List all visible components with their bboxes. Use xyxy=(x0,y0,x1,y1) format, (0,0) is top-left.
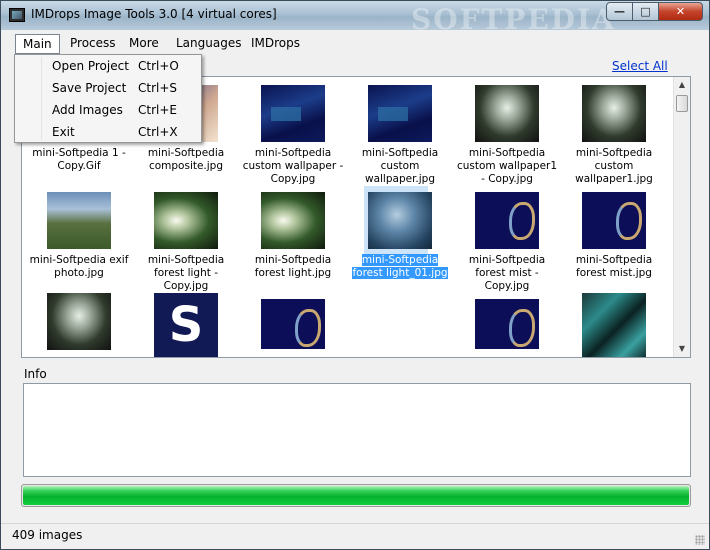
thumbnail-caption: mini-Softpedia custom wallpaper1 - Copy.… xyxy=(456,147,558,185)
app-window: IMDrops Image Tools 3.0 [4 virtual cores… xyxy=(0,0,710,550)
menu-languages[interactable]: Languages xyxy=(169,34,248,54)
menu-item-shortcut: Ctrl+S xyxy=(138,81,178,95)
image-forest-icon xyxy=(47,293,111,350)
menu-save-project[interactable]: Save Project Ctrl+S xyxy=(17,78,199,100)
thumbnail-item[interactable]: mini-Softpedia custom wallpaper1 - Copy.… xyxy=(454,85,560,190)
thumbnail-caption: mini-Softpedia forest mist.jpg xyxy=(575,254,653,279)
thumbnail-caption: mini-Softpedia custom wallpaper1.jpg xyxy=(575,147,653,185)
image-forest-blue-icon xyxy=(368,192,432,249)
thumbnail-caption: mini-Softpedia custom wallpaper.jpg xyxy=(361,147,439,185)
thumbnail-item[interactable]: mini-Softpedia forest mist - Copy.jpg xyxy=(454,192,560,297)
menu-imdrops[interactable]: IMDrops xyxy=(244,34,307,54)
s-logo-letter: S xyxy=(168,297,204,353)
status-bar: 409 images xyxy=(1,523,709,549)
image-forest-icon xyxy=(582,85,646,142)
thumbnail-caption: mini-Softpedia forest light.jpg xyxy=(254,254,332,279)
image-aqua-icon xyxy=(582,293,646,357)
title-bar[interactable]: IMDrops Image Tools 3.0 [4 virtual cores… xyxy=(1,1,709,36)
thumbnail-item[interactable] xyxy=(26,293,132,357)
menu-item-label: Exit xyxy=(52,125,75,139)
image-mist-icon xyxy=(261,299,325,349)
thumbnail-caption: mini-Softpedia custom wallpaper - Copy.j… xyxy=(242,147,344,185)
thumbnail-item[interactable]: mini-Softpedia forest light - Copy.jpg xyxy=(133,192,239,297)
window-title: IMDrops Image Tools 3.0 [4 virtual cores… xyxy=(31,7,277,21)
select-all-link[interactable]: Select All xyxy=(612,59,668,73)
caption-buttons: — □ ✕ xyxy=(606,2,703,21)
main-menu-dropdown: Open Project Ctrl+O Save Project Ctrl+S … xyxy=(14,54,202,143)
image-forest-light-icon xyxy=(154,192,218,249)
menu-item-label: Open Project xyxy=(52,59,129,73)
menu-main[interactable]: Main xyxy=(15,34,60,54)
thumbnail-item[interactable]: mini-Softpedia forest mist.jpg xyxy=(561,192,667,297)
image-blue-icon xyxy=(368,85,432,142)
image-mist-icon xyxy=(582,192,646,249)
scroll-down-icon[interactable]: ▼ xyxy=(674,341,690,357)
maximize-icon: □ xyxy=(640,5,651,18)
close-icon: ✕ xyxy=(675,5,686,18)
scroll-thumb[interactable] xyxy=(676,95,688,112)
close-button[interactable]: ✕ xyxy=(659,2,703,21)
scroll-up-icon[interactable]: ▲ xyxy=(674,77,690,93)
menu-bar: Main Process More Languages IMDrops xyxy=(1,30,709,55)
menu-item-label: Add Images xyxy=(52,103,123,117)
menu-item-shortcut: Ctrl+X xyxy=(138,125,178,139)
thumbnail-caption: mini-Softpedia composite.jpg xyxy=(147,147,225,172)
thumbnail-caption: mini-Softpedia forest light - Copy.jpg xyxy=(147,254,225,292)
vertical-scrollbar[interactable]: ▲ ▼ xyxy=(673,77,690,357)
thumbnail-caption: mini-Softpedia forest light_01.jpg xyxy=(352,254,448,279)
image-forest-light-icon xyxy=(261,192,325,249)
thumbnail-item-selected[interactable]: mini-Softpedia forest light_01.jpg xyxy=(347,186,453,297)
progress-bar xyxy=(21,484,691,507)
thumbnail-item[interactable]: mini-Softpedia forest light.jpg xyxy=(240,192,346,297)
menu-open-project[interactable]: Open Project Ctrl+O xyxy=(17,56,199,78)
menu-more[interactable]: More xyxy=(122,34,166,54)
thumbnail-item[interactable]: mini-Softpedia exif photo.jpg xyxy=(26,192,132,297)
thumbnail-caption: mini-Softpedia exif photo.jpg xyxy=(29,254,129,279)
progress-fill xyxy=(23,486,689,505)
menu-item-shortcut: Ctrl+E xyxy=(138,103,177,117)
menu-item-shortcut: Ctrl+O xyxy=(138,59,179,73)
thumbnail-caption: mini-Softpedia forest mist - Copy.jpg xyxy=(468,254,546,292)
image-mist-icon xyxy=(475,299,539,349)
thumbnail-item[interactable] xyxy=(454,299,560,357)
app-icon[interactable] xyxy=(9,8,25,22)
thumbnail-item[interactable] xyxy=(561,293,667,357)
thumbnail-item[interactable]: S xyxy=(133,293,239,357)
thumbnail-caption: mini-Softpedia 1 - Copy.Gif xyxy=(32,147,126,172)
menu-exit[interactable]: Exit Ctrl+X xyxy=(17,122,199,144)
thumbnail-item[interactable]: mini-Softpedia custom wallpaper.jpg xyxy=(347,85,453,190)
image-blue-icon xyxy=(261,85,325,142)
maximize-button[interactable]: □ xyxy=(633,2,659,21)
image-s-logo-icon: S xyxy=(154,293,218,357)
image-forest-icon xyxy=(475,85,539,142)
thumbnail-item[interactable]: mini-Softpedia custom wallpaper1.jpg xyxy=(561,85,667,190)
resize-grip-icon[interactable] xyxy=(695,535,705,545)
menu-process[interactable]: Process xyxy=(63,34,123,54)
minimize-icon: — xyxy=(614,5,625,18)
minimize-button[interactable]: — xyxy=(606,2,633,21)
menu-item-label: Save Project xyxy=(52,81,127,95)
thumbnail-item[interactable] xyxy=(240,299,346,357)
image-mist-icon xyxy=(475,192,539,249)
info-label: Info xyxy=(24,367,47,381)
thumbnail-item[interactable]: mini-Softpedia custom wallpaper - Copy.j… xyxy=(240,85,346,190)
menu-add-images[interactable]: Add Images Ctrl+E xyxy=(17,100,199,122)
image-photo-icon xyxy=(47,192,111,249)
status-text: 409 images xyxy=(12,528,83,542)
info-textbox[interactable] xyxy=(23,383,691,477)
